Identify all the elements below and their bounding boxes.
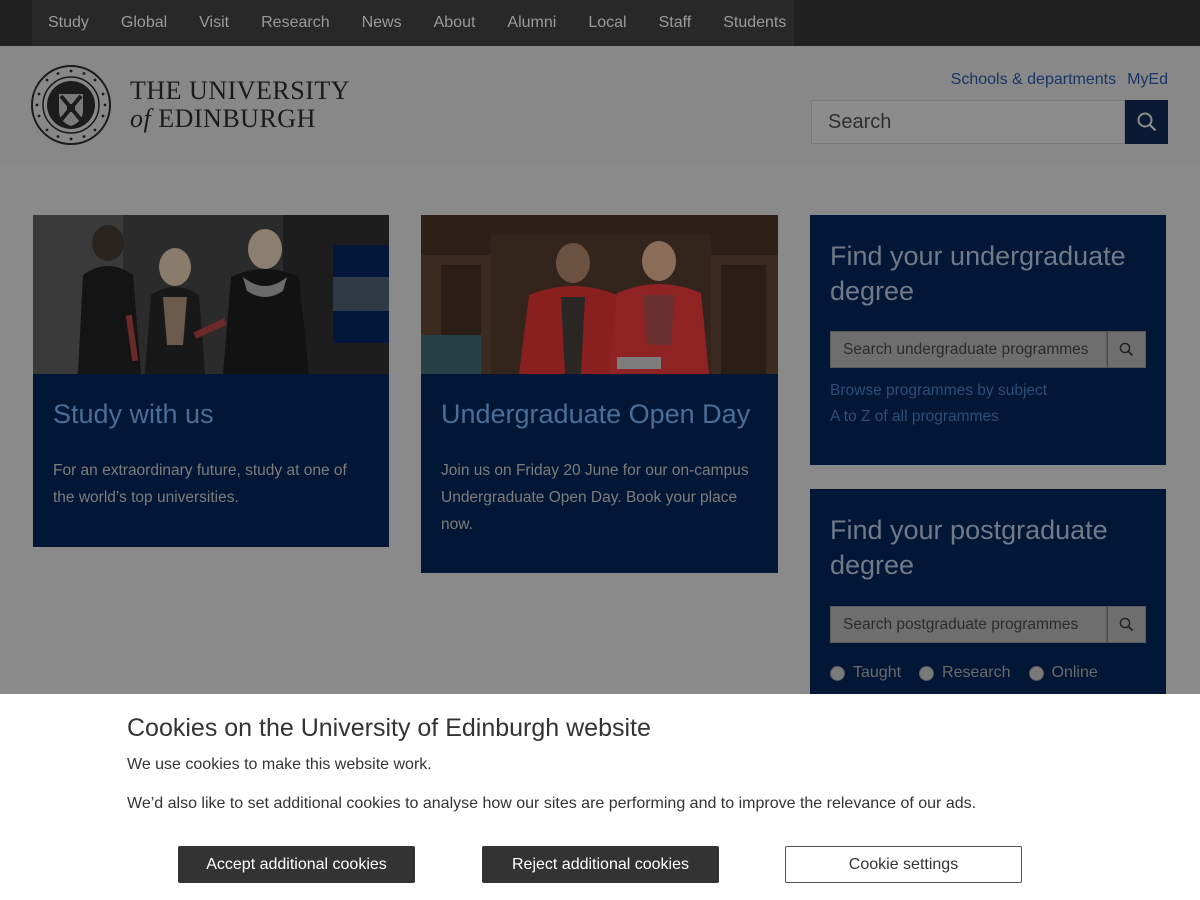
header-links: Schools & departments MyEd bbox=[951, 71, 1168, 89]
nav-item-local[interactable]: Local bbox=[572, 0, 642, 46]
postgraduate-search-button[interactable] bbox=[1107, 606, 1146, 643]
undergraduate-search-button[interactable] bbox=[1107, 331, 1146, 368]
search-icon bbox=[1119, 342, 1134, 357]
undergraduate-search bbox=[830, 331, 1146, 368]
nav-item-alumni[interactable]: Alumni bbox=[491, 0, 572, 46]
search-icon bbox=[1137, 112, 1156, 132]
nav-item-news[interactable]: News bbox=[346, 0, 418, 46]
site-search-input[interactable] bbox=[811, 100, 1125, 144]
top-navigation: Study Global Visit Research News About A… bbox=[0, 0, 1200, 46]
card-body: For an extraordinary future, study at on… bbox=[53, 462, 347, 506]
finder-title: Find your postgraduate degree bbox=[830, 515, 1108, 580]
nav-item-study[interactable]: Study bbox=[32, 0, 105, 46]
radio-label: Taught bbox=[853, 664, 902, 681]
undergraduate-finder: Find your undergraduate degree Browse pr… bbox=[810, 215, 1166, 465]
accept-cookies-button[interactable]: Accept additional cookies bbox=[178, 846, 415, 883]
nav-item-about[interactable]: About bbox=[418, 0, 492, 46]
nav-item-research[interactable]: Research bbox=[245, 0, 345, 46]
finder-title: Find your undergraduate degree bbox=[830, 241, 1126, 306]
radio-label: Research bbox=[942, 664, 1011, 681]
nav-item-visit[interactable]: Visit bbox=[183, 0, 245, 46]
card-title[interactable]: Undergraduate Open Day bbox=[441, 399, 750, 430]
top-navigation-menu: Study Global Visit Research News About A… bbox=[32, 0, 794, 46]
radio-button[interactable] bbox=[919, 665, 935, 681]
a-to-z-link[interactable]: A to Z of all programmes bbox=[830, 408, 999, 426]
cookie-banner: Cookies on the University of Edinburgh w… bbox=[0, 694, 1200, 900]
radio-taught[interactable]: Taught bbox=[830, 664, 901, 682]
radio-research[interactable]: Research bbox=[919, 664, 1011, 682]
nav-item-global[interactable]: Global bbox=[105, 0, 183, 46]
radio-online[interactable]: Online bbox=[1028, 664, 1098, 682]
undergraduate-search-input[interactable] bbox=[830, 331, 1107, 368]
card-title[interactable]: Study with us bbox=[53, 399, 214, 430]
open-day-card[interactable]: Undergraduate Open Day Join us on Friday… bbox=[421, 215, 778, 573]
radio-button[interactable] bbox=[1028, 665, 1044, 681]
reject-cookies-button[interactable]: Reject additional cookies bbox=[482, 846, 719, 883]
myed-link[interactable]: MyEd bbox=[1127, 71, 1168, 89]
logo-text-of: of bbox=[130, 104, 152, 133]
site-header: THE UNIVERSITY of EDINBURGH Schools & de… bbox=[0, 46, 1200, 164]
search-icon bbox=[1119, 617, 1134, 632]
logo-text-line1: THE UNIVERSITY bbox=[130, 76, 351, 105]
site-search bbox=[811, 100, 1168, 144]
radio-button[interactable] bbox=[830, 665, 845, 681]
postgraduate-search bbox=[830, 606, 1146, 643]
browse-by-subject-link[interactable]: Browse programmes by subject bbox=[830, 382, 1047, 400]
study-with-us-card[interactable]: Study with us For an extraordinary futur… bbox=[33, 215, 389, 547]
postgraduate-finder: Find your postgraduate degree Taught Res… bbox=[810, 489, 1166, 709]
university-crest-icon bbox=[31, 65, 111, 145]
logo-text-edinburgh: EDINBURGH bbox=[158, 104, 316, 133]
university-logo[interactable]: THE UNIVERSITY of EDINBURGH bbox=[30, 64, 370, 146]
programme-type-options: Taught Research Online bbox=[830, 664, 1098, 682]
site-search-button[interactable] bbox=[1125, 100, 1168, 144]
nav-item-staff[interactable]: Staff bbox=[643, 0, 708, 46]
postgraduate-search-input[interactable] bbox=[830, 606, 1107, 643]
card-body: Join us on Friday 20 June for our on-cam… bbox=[441, 462, 749, 533]
schools-departments-link[interactable]: Schools & departments bbox=[951, 71, 1116, 89]
nav-item-students[interactable]: Students bbox=[707, 0, 802, 46]
radio-label: Online bbox=[1051, 664, 1098, 681]
logo-text-line2: of EDINBURGH bbox=[130, 104, 316, 134]
cookie-banner-text: We’d also like to set additional cookies… bbox=[127, 795, 977, 812]
graduates-image bbox=[33, 215, 389, 374]
cookie-banner-title: Cookies on the University of Edinburgh w… bbox=[127, 714, 651, 742]
cookie-banner-text: We use cookies to make this website work… bbox=[127, 756, 432, 773]
open-day-image bbox=[421, 215, 778, 374]
cookie-settings-button[interactable]: Cookie settings bbox=[785, 846, 1022, 883]
